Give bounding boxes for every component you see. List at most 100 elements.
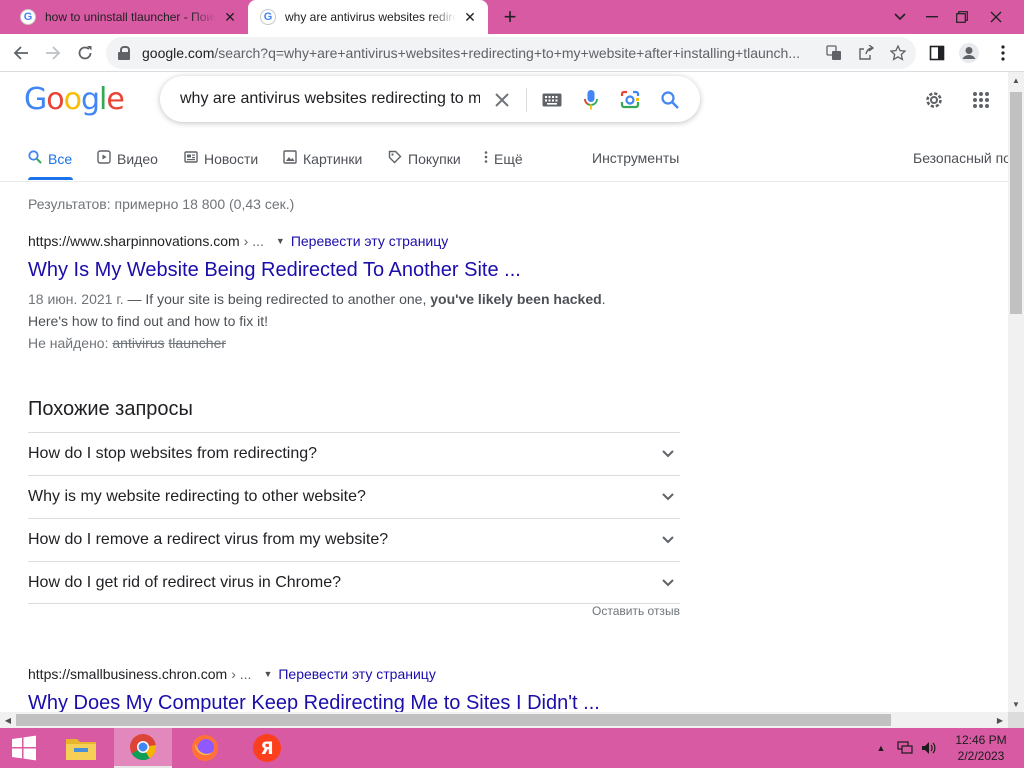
result-title-link[interactable]: Why Is My Website Being Redirected To An… — [28, 257, 688, 283]
scroll-thumb[interactable] — [1010, 92, 1022, 314]
forward-button[interactable] — [38, 38, 68, 68]
scroll-right-arrow-icon[interactable]: ▶ — [992, 712, 1008, 728]
address-bar[interactable]: google.com/search?q=why+are+antivirus+we… — [106, 37, 916, 69]
clock-time: 12:46 PM — [955, 733, 1007, 747]
windows-taskbar: Я ▲ 12:46 PM 2/2/2023 — [0, 728, 1024, 768]
windows-start-icon[interactable] — [0, 728, 48, 768]
browser-toolbar: google.com/search?q=why+are+antivirus+we… — [0, 34, 1024, 72]
tab-shopping[interactable]: Покупки — [388, 150, 461, 167]
related-question[interactable]: How do I remove a redirect virus from my… — [28, 518, 680, 561]
translate-page-link[interactable]: Перевести эту страницу — [278, 666, 435, 682]
search-box — [160, 76, 700, 122]
window-close-button[interactable] — [980, 0, 1012, 34]
tab-label: Ещё — [494, 150, 523, 167]
logo-letter: e — [106, 82, 124, 117]
url-text[interactable]: google.com/search?q=why+are+antivirus+we… — [142, 45, 822, 61]
file-explorer-icon[interactable] — [52, 728, 110, 768]
browser-tab-strip: G how to uninstall tlauncher - Поиск в G… — [0, 0, 1024, 34]
restore-button[interactable] — [946, 0, 978, 34]
yandex-glyph: Я — [260, 739, 273, 759]
lens-camera-icon[interactable] — [618, 88, 642, 112]
question-text: How do I remove a redirect virus from my… — [28, 531, 389, 548]
safe-search-link[interactable]: Безопасный поиск — [913, 150, 1008, 166]
back-button[interactable] — [6, 38, 36, 68]
related-question[interactable]: How do I stop websites from redirecting? — [28, 432, 680, 475]
tab-title: why are antivirus websites redirecting t… — [285, 10, 456, 24]
tab-all[interactable]: Все — [28, 150, 72, 167]
google-apps-icon[interactable] — [969, 88, 993, 112]
chevron-down-icon — [662, 534, 674, 546]
volume-icon[interactable] — [918, 728, 940, 768]
translate-page-link[interactable]: Перевести эту страницу — [291, 233, 448, 249]
network-icon[interactable] — [894, 728, 916, 768]
result-date: 18 июн. 2021 г. — [28, 291, 124, 307]
snippet-text: — If your site is being redirected to an… — [123, 291, 431, 307]
missing-term[interactable]: antivirus — [112, 335, 164, 351]
minimize-button[interactable] — [916, 0, 948, 34]
settings-gear-icon[interactable] — [922, 88, 946, 112]
scroll-down-arrow-icon[interactable]: ▼ — [1008, 696, 1024, 712]
question-text: How do I get rid of redirect virus in Ch… — [28, 573, 342, 591]
browser-tab-1[interactable]: G how to uninstall tlauncher - Поиск в G… — [8, 0, 248, 34]
logo-letter: o — [63, 82, 82, 117]
clear-search-icon[interactable] — [490, 88, 514, 112]
show-hidden-icons-icon[interactable]: ▲ — [872, 728, 890, 768]
vertical-scrollbar[interactable]: ▲ ▼ — [1008, 72, 1024, 712]
horizontal-scrollbar[interactable]: ◀ ▶ — [0, 712, 1008, 728]
profile-avatar-icon[interactable] — [954, 38, 984, 68]
browser-tab-2[interactable]: G why are antivirus websites redirecting… — [248, 0, 488, 34]
tab-video[interactable]: Видео — [97, 150, 158, 167]
active-tab-indicator — [28, 177, 73, 180]
tab-label: Безопасный поиск — [913, 150, 1008, 166]
result-cite: https://smallbusiness.chron.com › ... ▼ … — [28, 666, 688, 682]
missing-term[interactable]: tlauncher — [168, 335, 226, 351]
result-snippet: 18 июн. 2021 г. — If your site is being … — [28, 288, 688, 332]
more-vert-icon — [484, 150, 488, 167]
close-tab-icon[interactable]: ✕ — [462, 9, 478, 25]
system-clock[interactable]: 12:46 PM 2/2/2023 — [944, 732, 1018, 764]
new-tab-button[interactable]: + — [498, 4, 522, 29]
close-tab-icon[interactable]: ✕ — [222, 9, 238, 25]
tab-tools[interactable]: Инструменты — [592, 150, 679, 166]
keyboard-icon[interactable] — [540, 88, 564, 112]
scroll-thumb[interactable] — [16, 714, 891, 726]
scroll-up-arrow-icon[interactable]: ▲ — [1008, 72, 1024, 88]
tab-label: Инструменты — [592, 150, 680, 166]
tab-search-chevron-icon[interactable] — [884, 0, 916, 34]
chevron-down-icon — [662, 448, 674, 460]
google-favicon-icon: G — [260, 9, 276, 25]
google-logo[interactable]: Google — [24, 82, 125, 117]
result-path: › ... — [231, 666, 252, 682]
search-submit-icon[interactable] — [658, 88, 682, 112]
translate-icon[interactable] — [824, 43, 844, 63]
question-text: How do I stop websites from redirecting? — [28, 445, 318, 462]
search-result: https://smallbusiness.chron.com › ... ▼ … — [28, 666, 688, 712]
result-title-link[interactable]: Why Does My Computer Keep Redirecting Me… — [28, 690, 688, 712]
scroll-left-arrow-icon[interactable]: ◀ — [0, 712, 16, 728]
tab-images[interactable]: Картинки — [283, 150, 362, 167]
caret-down-icon[interactable]: ▼ — [276, 236, 285, 246]
chevron-down-icon — [662, 577, 674, 589]
image-icon — [283, 150, 297, 167]
result-site[interactable]: https://www.sharpinnovations.com — [28, 233, 240, 249]
chrome-menu-icon[interactable] — [988, 38, 1018, 68]
tab-more[interactable]: Ещё — [484, 150, 523, 167]
side-panel-icon[interactable] — [922, 38, 952, 68]
search-result: https://www.sharpinnovations.com › ... ▼… — [28, 233, 688, 354]
result-site[interactable]: https://smallbusiness.chron.com — [28, 666, 227, 682]
caret-down-icon[interactable]: ▼ — [263, 669, 272, 679]
feedback-link[interactable]: Оставить отзыв — [592, 604, 680, 618]
tag-icon — [388, 150, 402, 167]
bookmark-star-icon[interactable] — [888, 43, 908, 63]
reload-button[interactable] — [70, 38, 100, 68]
share-icon[interactable] — [856, 43, 876, 63]
voice-search-icon[interactable] — [579, 88, 603, 112]
yandex-browser-icon[interactable]: Я — [238, 728, 296, 768]
related-question[interactable]: Why is my website redirecting to other w… — [28, 475, 680, 518]
related-question[interactable]: How do I get rid of redirect virus in Ch… — [28, 561, 680, 604]
firefox-icon[interactable] — [176, 728, 234, 768]
search-input[interactable] — [180, 90, 480, 108]
chrome-taskbar-icon[interactable] — [114, 728, 172, 768]
tab-news[interactable]: Новости — [184, 150, 258, 167]
play-icon — [97, 150, 111, 167]
